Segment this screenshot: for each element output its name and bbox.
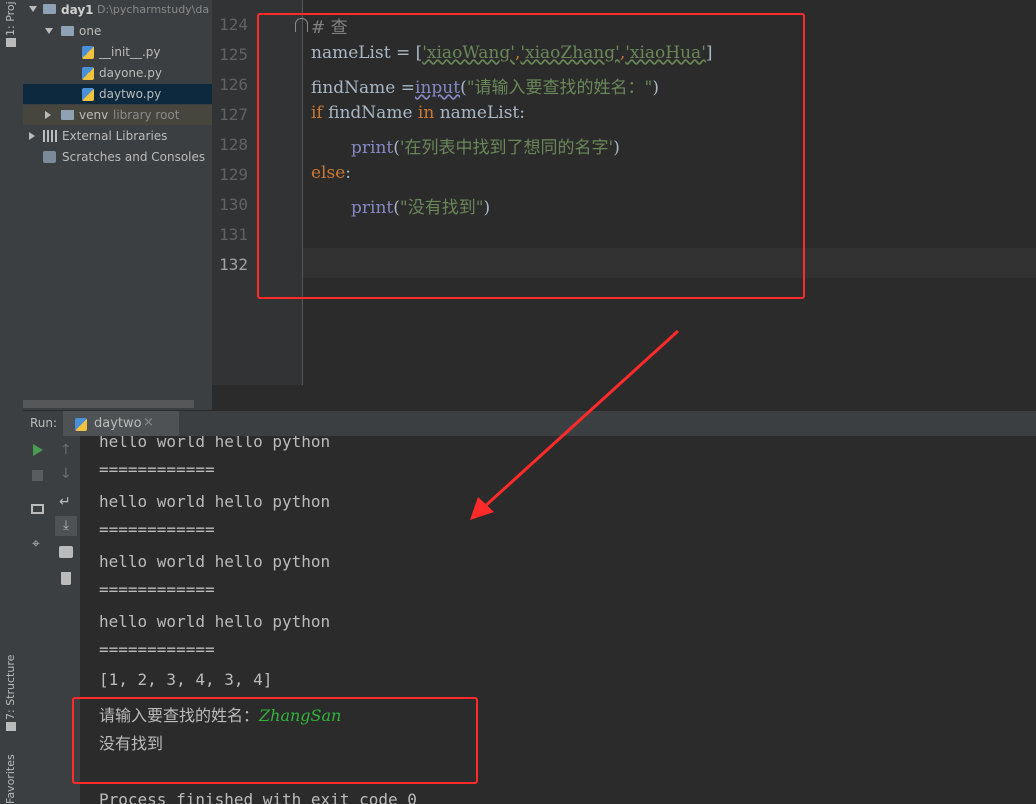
annotation-arrow xyxy=(470,329,680,520)
